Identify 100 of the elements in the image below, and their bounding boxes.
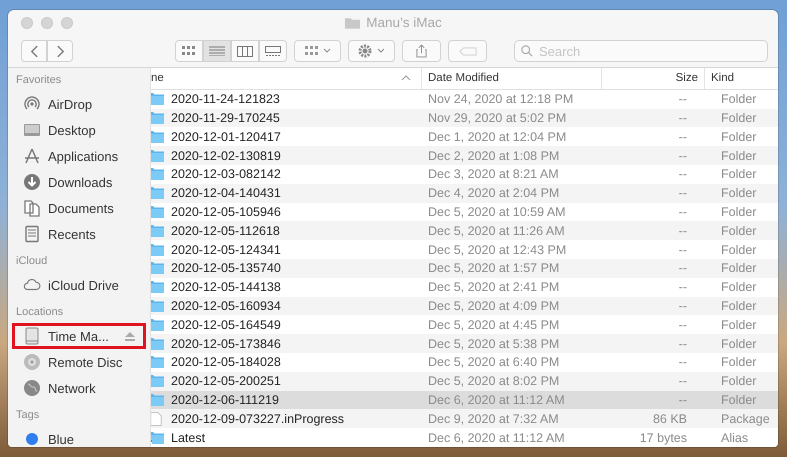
folder-icon [151,167,165,182]
column-header[interactable]: Kind [705,68,778,89]
date-cell: Dec 3, 2020 at 8:21 AM [428,167,559,182]
file-row[interactable]: 2020-11-29-170245 Nov 29, 2020 at 5:02 PM -- Folder [151,108,778,128]
size-cell: 17 bytes [640,430,687,445]
sidebar-label: Recents [48,226,96,242]
folder-icon [151,318,165,332]
folder-icon [344,16,362,30]
size-cell: -- [678,204,687,219]
sidebar-label: Desktop [48,122,96,138]
share-button[interactable] [402,40,441,62]
sidebar-item[interactable]: iCloud Drive [12,272,146,298]
file-name: 2020-12-05-200251 [171,374,281,388]
sidebar-item[interactable]: Network [12,375,146,401]
folder-icon [151,224,165,238]
sidebar-item[interactable]: Documents [12,195,146,221]
file-row[interactable]: 2020-12-02-130819 Dec 2, 2020 at 1:08 PM -- Folder [151,146,778,165]
kind-cell: Folder [721,374,756,388]
file-name: 2020-12-09-073227.inProgress [171,412,344,426]
kind-cell: Folder [721,392,756,407]
folder-icon [151,355,165,370]
file-name: 2020-12-04-140431 [171,186,281,200]
kind-cell: Folder [721,148,756,163]
size-cell: -- [678,355,687,370]
folder-icon [151,204,165,219]
file-row[interactable]: 2020-12-05-173846 Dec 5, 2020 at 5:38 PM -- Folder [151,334,778,353]
folder-icon [151,186,165,200]
file-name: 2020-11-29-170245 [171,110,280,125]
size-cell: -- [678,280,687,294]
file-name: 2020-12-05-173846 [171,336,281,351]
group-button[interactable] [294,40,341,62]
columns-view-button[interactable] [231,40,259,62]
folder-icon [151,130,165,144]
kind-cell: Folder [721,204,756,219]
folder-icon [151,298,165,313]
date-cell: Dec 5, 2020 at 8:02 PM [428,374,560,388]
sidebar-label: Documents [48,200,114,216]
file-row[interactable]: 2020-12-09-073227.inProgress Dec 9, 2020 at 7:32 AM 86 KB Package [151,409,778,428]
sidebar-item[interactable]: Remote Disc [12,349,146,375]
kind-cell: Package [721,412,770,426]
column-header[interactable]: ne [151,68,422,89]
size-cell: -- [678,242,687,257]
file-name: 2020-12-03-082142 [171,167,281,182]
kind-cell: Folder [721,336,756,351]
file-name: 2020-12-05-105946 [171,204,281,219]
sidebar-item[interactable]: AirDrop [12,91,146,117]
file-row[interactable]: 2020-12-04-140431 Dec 4, 2020 at 2:04 PM -- Folder [151,184,778,203]
file-row[interactable]: 2020-12-05-135740 Dec 5, 2020 at 1:57 PM -- Folder [151,258,778,278]
sidebar-item[interactable]: Recents [12,221,146,247]
size-cell: -- [678,186,687,200]
list-view-button[interactable] [203,40,231,62]
file-row[interactable]: 2020-12-05-160934 Dec 5, 2020 at 4:09 PM -- Folder [151,296,778,316]
columns-icon [237,46,253,56]
tag-icon [458,46,476,56]
eject-icon[interactable] [125,332,135,340]
date-cell: Dec 6, 2020 at 11:12 AM [428,392,565,407]
grid-caret-icon [304,46,330,56]
file-name: 2020-12-05-184028 [171,355,281,370]
file-name: 2020-11-24-121823 [171,92,280,106]
size-cell: -- [678,167,687,182]
folder-icon [151,110,165,125]
file-row[interactable]: 2020-12-05-105946 Dec 5, 2020 at 10:59 AM -- Folder [151,202,778,222]
gallery-icon [265,46,281,56]
sidebar-label: Time Ma... [48,328,109,344]
size-cell: -- [678,224,687,238]
file-row[interactable]: 2020-12-06-111219 Dec 6, 2020 at 11:12 AM -- Folder [151,390,778,410]
date-cell: Dec 5, 2020 at 2:41 PM [428,280,560,294]
kind-cell: Folder [721,298,756,313]
sidebar-item[interactable]: Time Ma... [12,323,146,349]
action-button[interactable] [348,40,395,62]
column-header[interactable]: Date Modified [422,68,602,89]
kind-cell: Folder [721,224,756,238]
date-cell: Dec 2, 2020 at 1:08 PM [428,148,560,163]
sidebar-item[interactable]: Blue [12,426,146,447]
date-cell: Dec 6, 2020 at 11:12 AM [428,430,565,445]
file-name: 2020-12-05-135740 [171,261,281,276]
kind-cell: Folder [721,242,756,257]
icon-grid-icon [182,46,196,56]
icons-view-button[interactable] [175,40,203,62]
sidebar-item[interactable]: Desktop [12,117,146,143]
back-button[interactable] [21,40,47,62]
folder-icon [151,92,165,106]
file-name: 2020-12-02-130819 [171,148,281,163]
kind-cell: Alias [721,430,748,445]
file-row[interactable]: 2020-12-05-200251 Dec 5, 2020 at 8:02 PM -- Folder [151,372,778,391]
sidebar-item[interactable]: Applications [12,143,146,169]
kind-cell: Folder [721,167,756,182]
gallery-view-button[interactable] [259,40,287,62]
sidebar-item[interactable]: Downloads [12,169,146,195]
file-row[interactable]: 2020-12-05-112618 Dec 5, 2020 at 11:26 AM -- Folder [151,221,778,240]
back-chevron-icon [30,44,38,58]
disc-icon [23,353,41,371]
folder-icon [151,261,165,276]
share-icon [416,44,427,58]
forward-button[interactable] [47,40,73,62]
column-header[interactable]: Size [602,68,705,89]
window-title: Manu’s iMac [366,15,442,30]
size-cell: -- [678,318,687,332]
date-cell: Dec 4, 2020 at 2:04 PM [428,186,560,200]
file-name: 2020-12-06-111219 [171,392,279,407]
